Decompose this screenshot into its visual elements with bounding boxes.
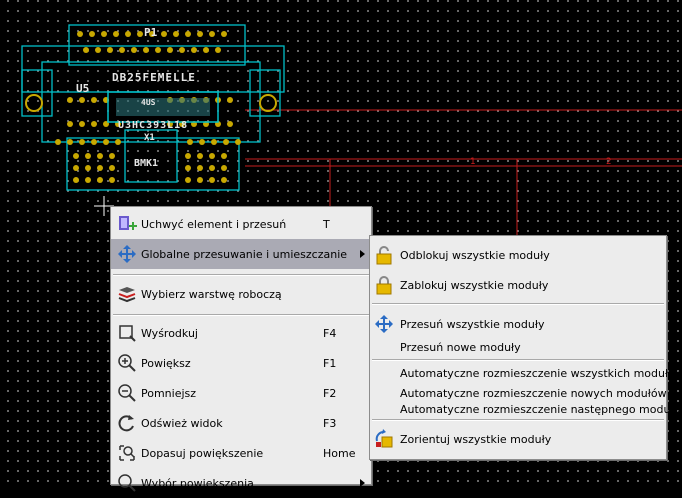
orient-icon (374, 429, 394, 449)
menu-separator (113, 274, 369, 276)
zoom-center-icon (117, 323, 137, 343)
label-p1: P1 (144, 26, 158, 39)
marker-1: 1 (470, 157, 475, 167)
menu-item-zoom-out[interactable]: Pomniejsz F2 (111, 378, 371, 408)
refresh-icon (117, 413, 137, 433)
menu-item-label: Wybierz warstwę roboczą (141, 287, 282, 301)
submenu-item-label: Przesuń wszystkie moduły (400, 317, 545, 331)
submenu-item-autoplace-next[interactable]: Automatyczne rozmieszczenie następnego m… (370, 399, 681, 419)
submenu-item-label: Odblokuj wszystkie moduły (400, 248, 550, 262)
submenu-item-unlock-all[interactable]: Odblokuj wszystkie moduły (370, 242, 666, 268)
submenu-separator (372, 359, 664, 361)
label-x1: X1 (144, 133, 155, 143)
menu-item-label: Pomniejsz (141, 386, 197, 400)
menu-item-shortcut: Home (323, 446, 356, 460)
global-move-submenu: Odblokuj wszystkie moduły Zablokuj wszys… (369, 235, 682, 460)
menu-item-refresh[interactable]: Odśwież widok F3 (111, 408, 371, 438)
menu-item-label: Wybór powiększenia (141, 476, 254, 490)
menu-item-zoom-fit[interactable]: Dopasuj powiększenie Home (111, 438, 371, 468)
move-arrows-icon (117, 244, 137, 264)
menu-item-shortcut: F2 (323, 386, 337, 400)
menu-separator (113, 314, 369, 316)
submenu-separator (372, 419, 664, 421)
submenu-item-orient-all[interactable]: Zorientuj wszystkie moduły (370, 426, 666, 452)
marker-2: 2 (606, 157, 611, 167)
submenu-item-move-all[interactable]: Przesuń wszystkie moduły (370, 311, 666, 337)
submenu-item-label: Przesuń nowe moduły (400, 340, 521, 354)
menu-item-select-layer[interactable]: Wybierz warstwę roboczą (111, 279, 371, 309)
label-val-small: U3HC393L18 (118, 120, 188, 131)
menu-item-shortcut: F1 (323, 356, 337, 370)
zoom-in-icon (117, 353, 137, 373)
submenu-item-label: Zablokuj wszystkie moduły (400, 278, 549, 292)
label-bmk: BMK1 (134, 158, 158, 169)
menu-item-label: Uchwyć element i przesuń (141, 217, 287, 231)
menu-item-shortcut: T (323, 217, 330, 231)
context-menu: Uchwyć element i przesuń T Globalne prze… (110, 206, 372, 492)
zoom-select-icon (117, 473, 137, 493)
layers-icon (117, 284, 137, 304)
label-ref-small: 4US (141, 98, 156, 107)
submenu-item-label: Automatyczne rozmieszczenie następnego m… (400, 402, 681, 416)
submenu-item-label: Zorientuj wszystkie moduły (400, 432, 552, 446)
menu-item-center[interactable]: Wyśrodkuj F4 (111, 318, 371, 348)
zoom-out-icon (117, 383, 137, 403)
zoom-fit-icon (117, 443, 137, 463)
label-db25: DB25FEMELLE (112, 71, 196, 84)
menu-item-label: Dopasuj powiększenie (141, 446, 264, 460)
submenu-item-label: Automatyczne rozmieszczenie wszystkich m… (400, 366, 682, 380)
lock-icon (374, 275, 394, 295)
menu-item-shortcut: F3 (323, 416, 337, 430)
menu-item-grab-move[interactable]: Uchwyć element i przesuń T (111, 209, 371, 239)
move-arrows-icon (374, 314, 394, 334)
submenu-item-autoplace-all[interactable]: Automatyczne rozmieszczenie wszystkich m… (370, 363, 682, 383)
submenu-separator (372, 303, 664, 305)
menu-item-label: Wyśrodkuj (141, 326, 198, 340)
label-u5: U5 (76, 82, 89, 95)
menu-item-zoom-select[interactable]: Wybór powiększenia (111, 468, 371, 498)
menu-item-label: Powiększ (141, 356, 191, 370)
submenu-item-lock-all[interactable]: Zablokuj wszystkie moduły (370, 272, 666, 298)
menu-item-zoom-in[interactable]: Powiększ F1 (111, 348, 371, 378)
menu-item-global-move[interactable]: Globalne przesuwanie i umieszczanie (111, 239, 371, 269)
menu-item-label: Odśwież widok (141, 416, 223, 430)
unlock-icon (374, 245, 394, 265)
grab-move-icon (117, 214, 137, 234)
menu-item-shortcut: F4 (323, 326, 337, 340)
menu-item-label: Globalne przesuwanie i umieszczanie (141, 247, 348, 261)
submenu-item-move-new[interactable]: Przesuń nowe moduły (370, 337, 666, 357)
submenu-arrow-icon (360, 250, 365, 258)
submenu-item-label: Automatyczne rozmieszczenie nowych moduł… (400, 386, 667, 400)
submenu-arrow-icon (360, 479, 365, 487)
